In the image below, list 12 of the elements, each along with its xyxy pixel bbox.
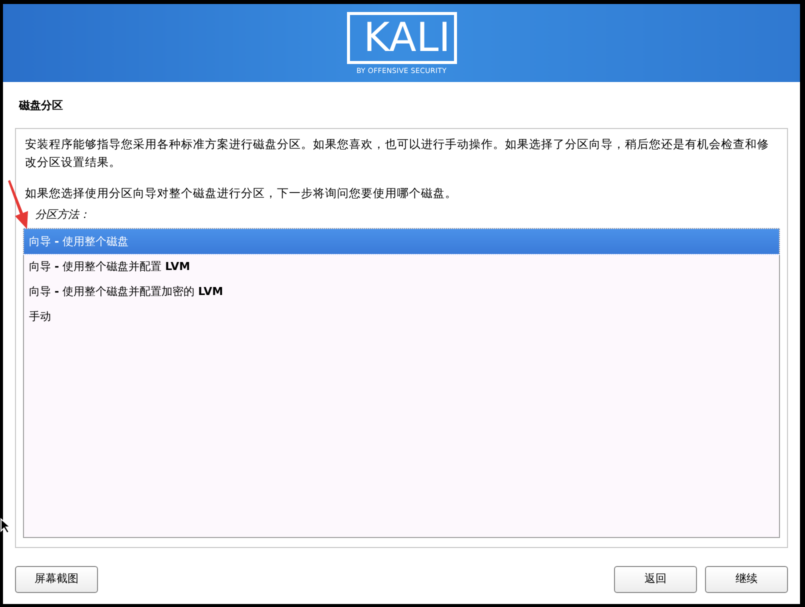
dialog-button[interactable]: 屏幕截图 [15, 566, 98, 593]
description-text: 安装程序能够指导您采用各种标准方案进行磁盘分区。如果您喜欢，也可以进行手动操作。如果选择了分区向导，稍后您还是有机会检查和修改分区设置结果。 [25, 136, 770, 171]
dialog-button[interactable]: 返回 [614, 566, 697, 593]
list-option[interactable]: 向导 - 使用整个磁盘并配置加密的 LVM [24, 279, 779, 304]
list-label: 分区方法： [34, 207, 91, 223]
page-title: 磁盘分区 [18, 98, 64, 114]
logo-text: KALI [346, 12, 456, 64]
dialog-button[interactable]: 继续 [705, 566, 788, 593]
list-option[interactable]: 向导 - 使用整个磁盘并配置 LVM [24, 254, 779, 279]
description-text: 如果您选择使用分区向导对整个磁盘进行分区，下一步将询问您要使用哪个磁盘。 [25, 185, 458, 202]
list-option[interactable]: 手动 [24, 304, 779, 329]
list-option[interactable]: 向导 - 使用整个磁盘 [24, 229, 779, 254]
